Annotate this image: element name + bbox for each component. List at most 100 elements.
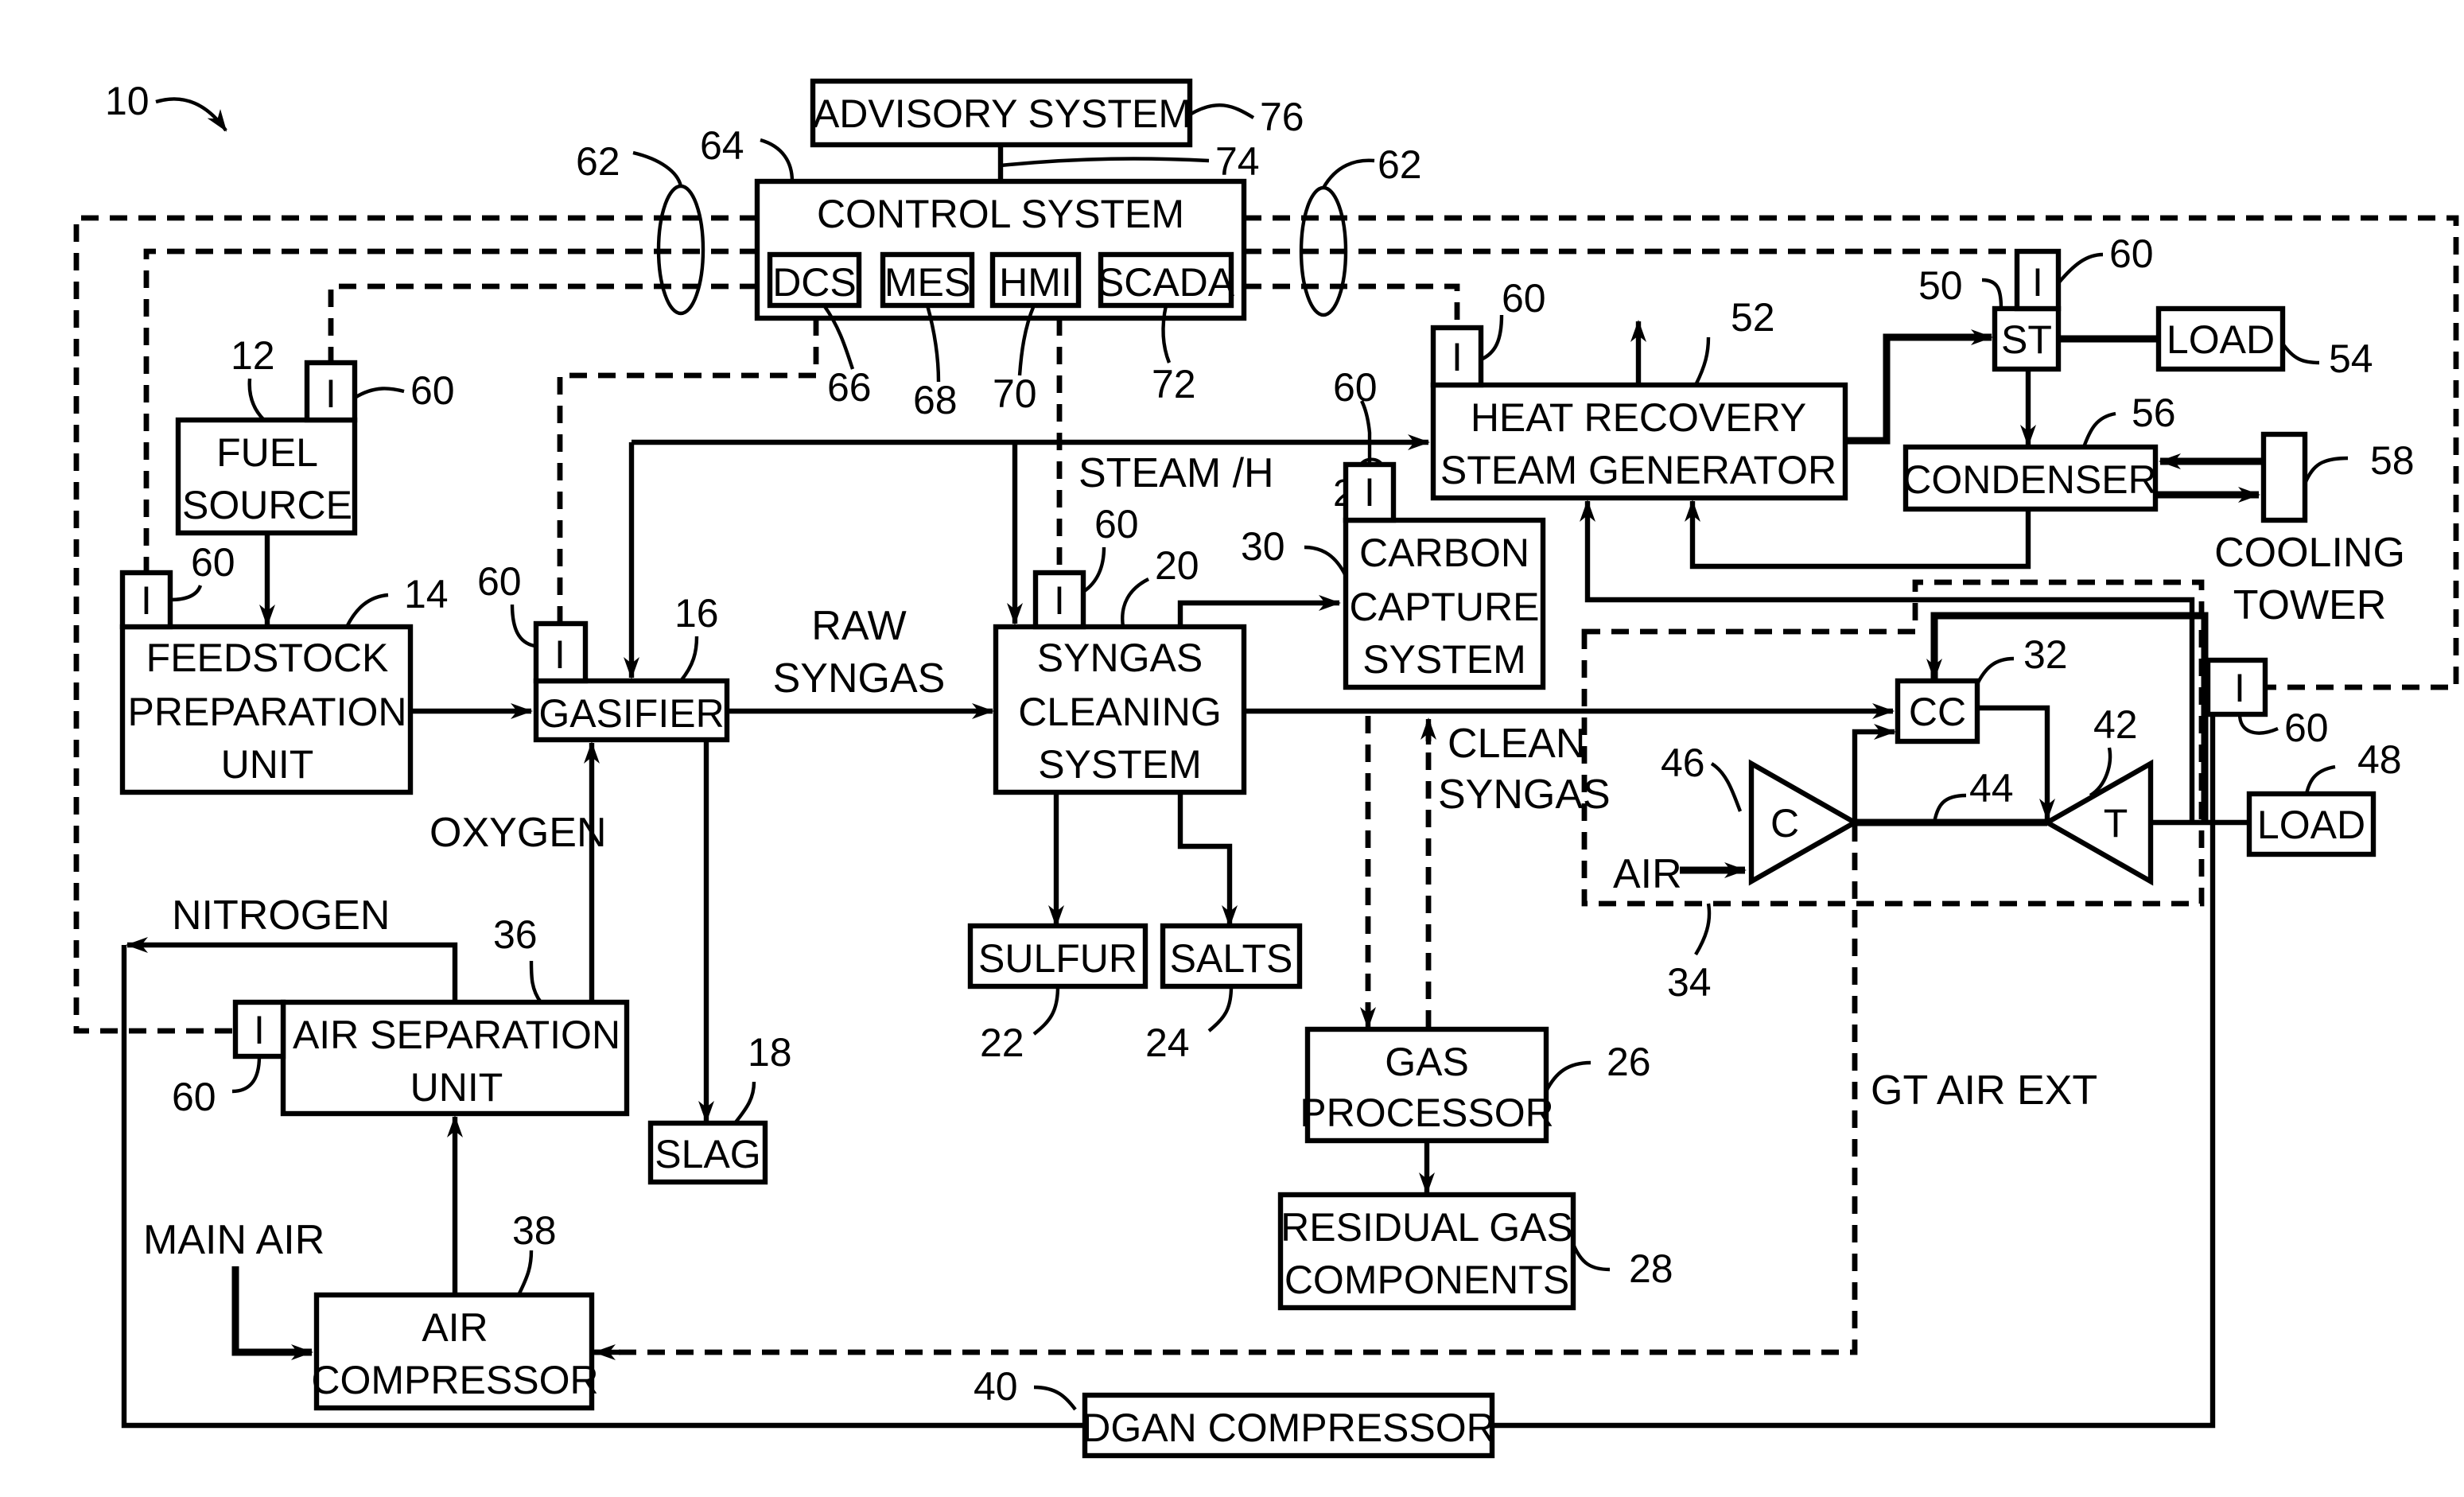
ref-60-asu: 60 <box>172 1075 216 1119</box>
lead-60-asu <box>231 1056 262 1094</box>
ref-16: 16 <box>674 591 719 636</box>
sulfur-label: SULFUR <box>978 936 1137 981</box>
ref-60-carbon: 60 <box>1333 365 1378 410</box>
ref-18: 18 <box>748 1030 792 1075</box>
ref-10-arrow <box>155 97 227 132</box>
steam-turbine-label: ST <box>2001 317 2052 362</box>
lead-22 <box>1032 986 1060 1036</box>
ref-60-fuel: 60 <box>410 368 455 413</box>
syngas-cleaning-label-3: SYSTEM <box>1038 742 1202 787</box>
ref-60-gasifier: 60 <box>477 559 522 604</box>
asu-instrument-label: I <box>254 1008 265 1052</box>
ref-54: 54 <box>2329 336 2373 381</box>
lead-64 <box>760 138 795 182</box>
combustor-label: CC <box>1909 690 1966 734</box>
ref-46: 46 <box>1661 741 1705 785</box>
dgan-compressor-label: DGAN COMPRESSOR <box>1082 1406 1495 1450</box>
lead-60-fuel <box>353 387 405 399</box>
ref-12: 12 <box>231 333 275 378</box>
residual-gas-label-1: RESIDUAL GAS <box>1281 1205 1573 1250</box>
ref-62-right: 62 <box>1378 142 1422 187</box>
ref-42: 42 <box>2093 702 2138 747</box>
ref-62-left: 62 <box>576 139 620 184</box>
gt-air-ext-label: GT AIR EXT <box>1871 1067 2097 1114</box>
ref-24: 24 <box>1145 1021 1190 1065</box>
gasifier-instrument-label: I <box>554 632 565 677</box>
ref-40: 40 <box>974 1364 1018 1409</box>
ref-22: 22 <box>980 1021 1024 1065</box>
gt-instrument-label: I <box>2234 666 2245 710</box>
lead-40 <box>1033 1385 1077 1411</box>
hrsg-label-2: STEAM GENERATOR <box>1440 448 1836 492</box>
lead-58 <box>2303 456 2349 484</box>
ref-26: 26 <box>1607 1040 1651 1084</box>
feedstock-label-3: UNIT <box>221 742 314 787</box>
main-air-label: MAIN AIR <box>143 1217 325 1263</box>
scada-label: SCADA <box>1098 260 1235 305</box>
ref-66: 66 <box>827 365 872 410</box>
gt-turbine-shape[interactable] <box>2042 759 2154 886</box>
gt-turbine-label: T <box>2104 801 2128 846</box>
nitrogen-label: NITROGEN <box>172 892 390 939</box>
lead-30 <box>1304 545 1347 577</box>
ref-76: 76 <box>1260 95 1304 139</box>
nitrogen-flow <box>126 937 458 1002</box>
lead-60-syngas <box>1082 546 1106 593</box>
cooling-tower-block[interactable] <box>2260 431 2308 523</box>
air-compressor-label-2: COMPRESSOR <box>311 1358 598 1402</box>
lead-28 <box>1571 1243 1611 1272</box>
asu-label-1: AIR SEPARATION <box>293 1013 620 1057</box>
ref-10: 10 <box>105 79 150 123</box>
compressor-to-cc-flow <box>1852 724 1896 822</box>
ref-74: 74 <box>1215 139 1260 184</box>
ref-14: 14 <box>404 572 449 616</box>
ref-56: 56 <box>2132 391 2176 435</box>
steam-turbine-instrument-label: I <box>2032 260 2043 305</box>
ref-60-st: 60 <box>2109 231 2154 276</box>
mes-label: MES <box>884 260 970 305</box>
lead-74 <box>1000 157 1210 168</box>
lead-44 <box>1932 793 1967 823</box>
ref-70: 70 <box>993 371 1037 416</box>
syngas-cleaning-instrument-label: I <box>1054 578 1065 623</box>
syngas-cleaning-label-2: CLEANING <box>1018 690 1222 734</box>
lead-62-left <box>632 150 683 187</box>
gt-compressor-label: C <box>1770 801 1799 846</box>
feedstock-instrument-label: I <box>141 578 152 623</box>
gt-load-label: LOAD <box>2257 803 2365 847</box>
lead-54 <box>2281 342 2320 365</box>
ref-30: 30 <box>1241 524 1285 569</box>
gasifier-label: GASIFIER <box>538 691 724 736</box>
lead-60-gt <box>2237 714 2279 735</box>
hmi-label: HMI <box>999 260 1072 305</box>
raw-syngas-label-2: SYNGAS <box>773 655 946 702</box>
lead-60-gasifier <box>510 604 535 648</box>
gt-air-label: AIR <box>1613 851 1682 897</box>
condenser-label: CONDENSER <box>1902 457 2156 502</box>
syngas-cleaning-label-1: SYNGAS <box>1037 636 1203 680</box>
lead-56 <box>2081 411 2116 448</box>
ref-36: 36 <box>493 912 538 957</box>
residual-gas-label-2: COMPONENTS <box>1284 1258 1569 1302</box>
steam-h2o-label: STEAM /H <box>1078 450 1274 496</box>
salts-flow <box>1177 792 1238 927</box>
gt-compressor-shape[interactable] <box>1748 759 1860 886</box>
fuel-source-label-2: SOURCE <box>182 483 352 527</box>
ref-32: 32 <box>2023 632 2068 677</box>
lead-76 <box>1188 103 1255 119</box>
feedstock-label-1: FEEDSTOCK <box>146 636 389 680</box>
fuel-source-instrument-label: I <box>325 371 336 416</box>
syngas-to-carbon-capture-flow <box>1177 595 1341 627</box>
slag-label: SLAG <box>655 1132 760 1176</box>
lead-20 <box>1121 577 1150 628</box>
ref-64: 64 <box>700 123 744 168</box>
lead-32 <box>1976 656 2015 685</box>
carbon-capture-label-2: CAPTURE <box>1350 585 1540 629</box>
lead-36 <box>529 960 542 1004</box>
st-load-label: LOAD <box>2167 317 2275 362</box>
carbon-capture-label-1: CARBON <box>1359 531 1529 575</box>
ref-58: 58 <box>2370 438 2415 483</box>
lead-60-st <box>2057 252 2104 285</box>
air-compressor-label-1: AIR <box>422 1305 488 1350</box>
gas-processor-label-1: GAS <box>1385 1040 1469 1084</box>
